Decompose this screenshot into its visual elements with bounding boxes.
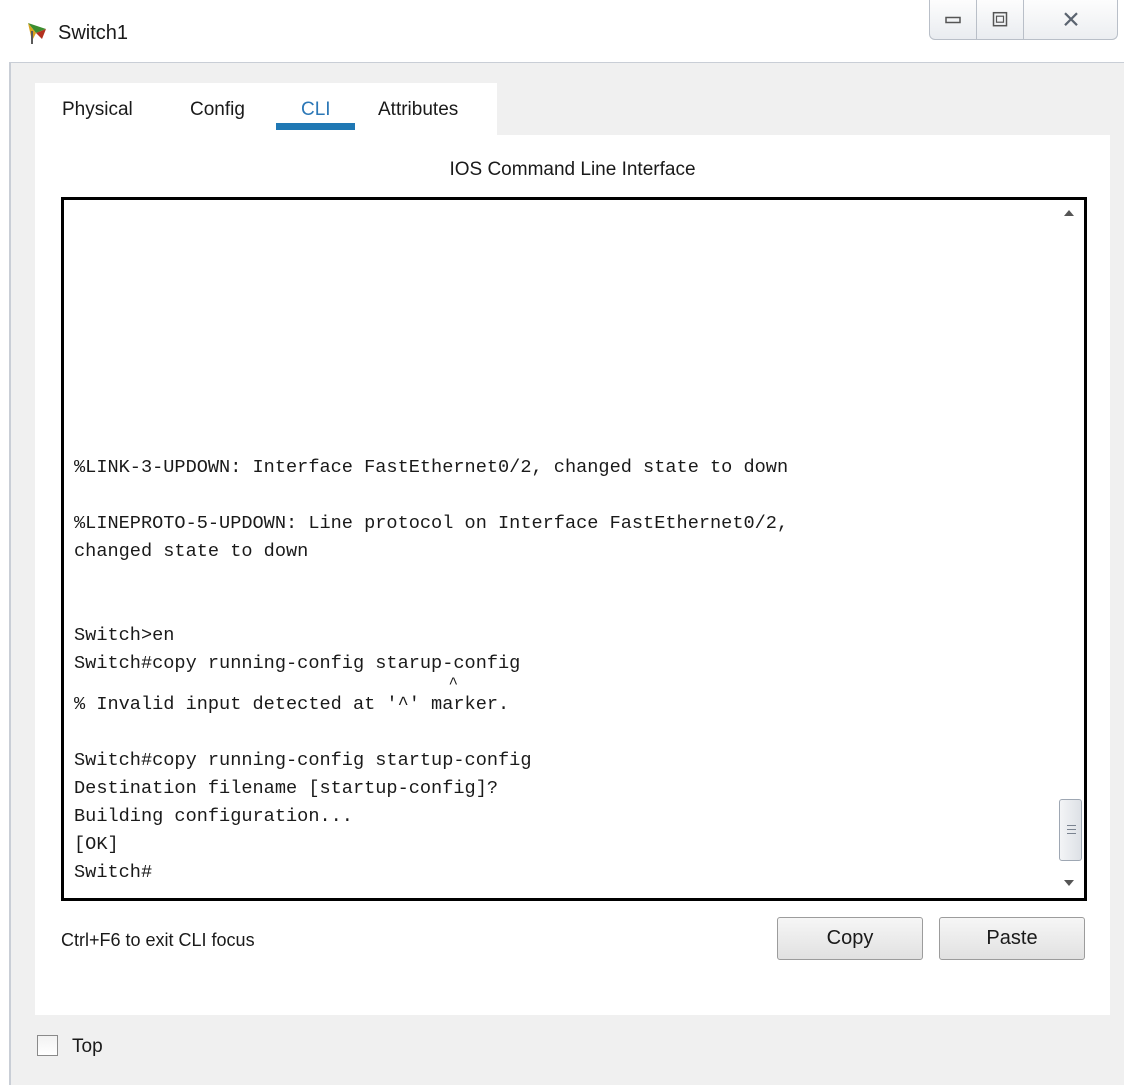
- terminal-scrollbar[interactable]: [1054, 200, 1084, 898]
- terminal-line: Switch#copy running-config starup-config: [74, 653, 521, 674]
- tab-attributes[interactable]: Attributes: [378, 99, 458, 121]
- terminal-line: Switch#: [74, 862, 153, 883]
- switch-window: Switch1 Physical Config CLI Attributes I…: [0, 0, 1124, 1085]
- active-tab-indicator: [276, 123, 355, 130]
- maximize-button[interactable]: [976, 0, 1024, 40]
- tab-config[interactable]: Config: [190, 99, 245, 121]
- terminal-line: ^: [74, 675, 459, 693]
- copy-button[interactable]: Copy: [777, 917, 923, 960]
- minimize-icon: [945, 16, 961, 23]
- terminal-line: Switch#copy running-config startup-confi…: [74, 750, 532, 771]
- terminal-line: Destination filename [startup-config]?: [74, 778, 499, 799]
- terminal-line: Switch>en: [74, 625, 175, 646]
- minimize-button[interactable]: [929, 0, 977, 40]
- scroll-down-button[interactable]: [1054, 870, 1084, 898]
- arrow-up-icon: [1064, 210, 1074, 216]
- grip-line: [1067, 825, 1076, 826]
- tab-cli[interactable]: CLI: [301, 99, 331, 121]
- scroll-up-button[interactable]: [1054, 200, 1084, 228]
- terminal-line: Building configuration...: [74, 806, 353, 827]
- top-checkbox-label[interactable]: Top: [72, 1036, 103, 1058]
- paste-button[interactable]: Paste: [939, 917, 1085, 960]
- cli-header: IOS Command Line Interface: [449, 159, 696, 180]
- tab-physical[interactable]: Physical: [62, 99, 133, 121]
- grip-line: [1067, 833, 1076, 834]
- top-checkbox[interactable]: [37, 1035, 58, 1056]
- terminal-line: % Invalid input detected at '^' marker.: [74, 694, 510, 715]
- terminal-line: %LINK-3-UPDOWN: Interface FastEthernet0/…: [74, 457, 789, 478]
- terminal-line: changed state to down: [74, 541, 309, 562]
- terminal-output: %LINK-3-UPDOWN: Interface FastEthernet0/…: [74, 454, 788, 887]
- terminal-line: %LINEPROTO-5-UPDOWN: Line protocol on In…: [74, 513, 789, 534]
- close-icon: [1063, 11, 1078, 26]
- cli-terminal[interactable]: %LINK-3-UPDOWN: Interface FastEthernet0/…: [61, 197, 1087, 901]
- window-title: Switch1: [58, 22, 129, 44]
- cli-focus-hint: Ctrl+F6 to exit CLI focus: [61, 930, 255, 950]
- tab-strip: Physical Config CLI Attributes: [35, 83, 497, 135]
- arrow-down-icon: [1064, 880, 1074, 886]
- cli-panel: IOS Command Line Interface %LINK-3-UPDOW…: [35, 135, 1110, 1015]
- terminal-line: [OK]: [74, 834, 119, 855]
- title-bar[interactable]: Switch1: [0, 0, 1124, 62]
- maximize-icon: [992, 11, 1008, 26]
- grip-line: [1067, 829, 1076, 830]
- window-controls: [929, 0, 1124, 42]
- packet-tracer-switch-icon: [24, 20, 50, 46]
- scroll-thumb[interactable]: [1059, 799, 1082, 861]
- close-button[interactable]: [1023, 0, 1118, 40]
